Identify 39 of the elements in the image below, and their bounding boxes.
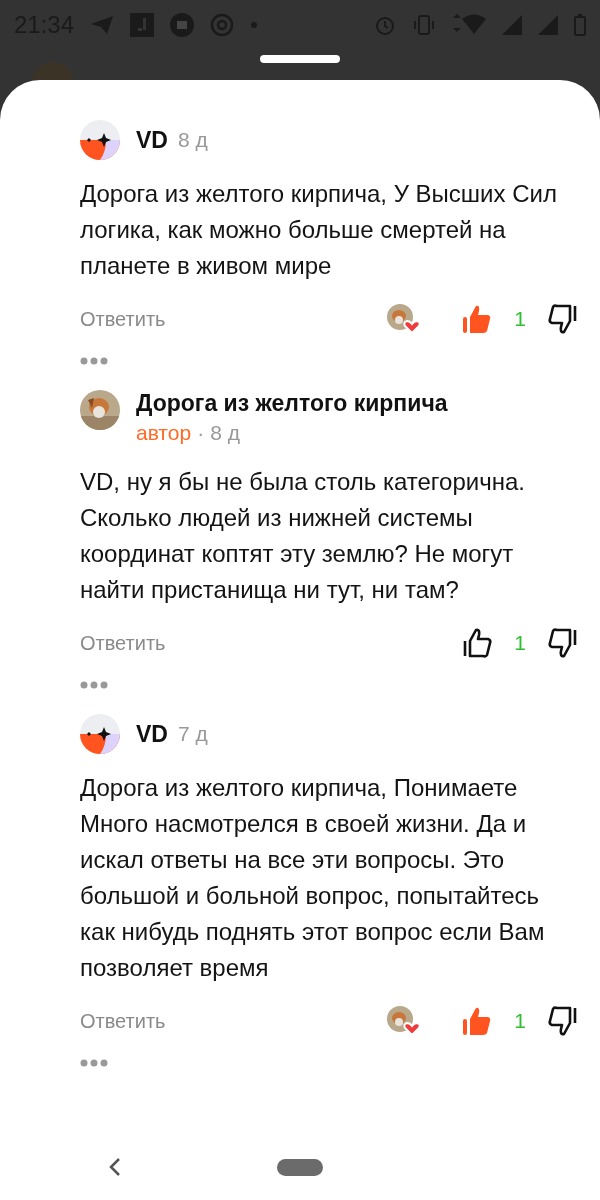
avatar-icon (80, 120, 120, 160)
comment-text: Дорога из желтого кирпича, Понимаете Много насмотрелся в своей жизни. Да и искал ответы на все эти вопросы. Это большой и больной вопрос, попытайтесь как нибудь поднять этот вопрос если Вам позволяет время (80, 773, 546, 983)
avatar-icon (80, 714, 120, 754)
comment-time: 8 д (177, 127, 208, 153)
comment-time: 8 д (210, 420, 240, 446)
comment-time: 7 д (177, 721, 208, 747)
like-count: 1 (514, 1009, 526, 1033)
thumbs-up-icon[interactable] (462, 628, 493, 658)
thumbs-down-icon[interactable] (548, 1006, 578, 1036)
paper-plane-icon (90, 15, 115, 35)
separator-dot: · (197, 420, 205, 446)
thumbs-down-icon[interactable] (548, 628, 578, 658)
alarm-icon (374, 14, 396, 36)
like-count: 1 (514, 631, 526, 655)
author-name[interactable]: Дорога из желтого кирпича (136, 388, 448, 418)
dot-icon (250, 21, 259, 29)
more-icon[interactable] (80, 1059, 108, 1067)
more-icon[interactable] (80, 681, 108, 689)
app-icon (130, 13, 155, 37)
drag-handle[interactable] (260, 55, 340, 63)
like-count: 1 (514, 307, 526, 331)
author-name[interactable]: VD (136, 714, 168, 754)
author-name[interactable]: VD (136, 120, 168, 160)
filled-thumbs-up-icon[interactable] (462, 304, 493, 334)
filled-thumbs-up-icon[interactable] (462, 1006, 493, 1036)
signal-icon (502, 15, 522, 35)
app-icon (170, 13, 195, 37)
back-icon[interactable] (108, 1157, 122, 1177)
home-pill[interactable] (277, 1158, 323, 1176)
vibrate-icon (412, 14, 436, 36)
battery-icon (574, 14, 586, 36)
wifi-icon (452, 14, 486, 36)
more-icon[interactable] (80, 357, 108, 365)
thumbs-down-icon[interactable] (548, 304, 578, 334)
signal-icon (538, 15, 558, 35)
comment-text: Дорога из желтого кирпича, У Высших Сил логика, как можно больше смертей на планете в живом мире (80, 179, 558, 281)
comment-text: VD, ну я бы не была столь категорична. Сколько людей из нижней системы координат коптят эту землю? Не могут найти пристанища ни тут, ни там? (80, 467, 526, 605)
at-sign-icon (210, 13, 235, 37)
author-label: автор (136, 420, 192, 446)
